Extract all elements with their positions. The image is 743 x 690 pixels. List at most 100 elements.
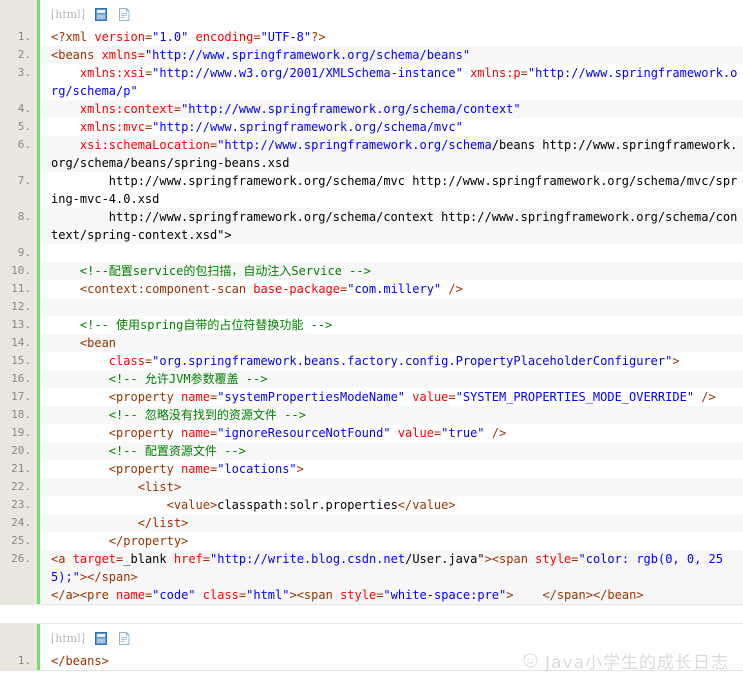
code-token: value: [412, 390, 449, 404]
view-plain-icon[interactable]: [117, 631, 131, 646]
code-line[interactable]: xmlns:xsi = "http://www.w3.org/2001/XMLSch…: [40, 64, 743, 100]
code-line[interactable]: http://www.springframework.org/schema/co…: [40, 208, 743, 244]
line-number-continuation: [0, 154, 37, 172]
code-token: name: [181, 426, 210, 440]
copy-icon[interactable]: [94, 631, 108, 646]
code-line-list-1[interactable]: <?xml version="1.0" encoding="UTF-8"?> <b…: [40, 28, 743, 604]
line-number: 14.: [11, 336, 31, 349]
code-token: <list>: [137, 480, 182, 494]
line-number: 1.: [17, 30, 31, 43]
code-line[interactable]: </property>: [40, 532, 743, 550]
block-separator: [0, 605, 743, 623]
code-token: <!-- 配置资源文件 -->: [108, 444, 246, 458]
code-token: encoding: [195, 30, 254, 44]
code-token: "SYSTEM_PROPERTIES_MODE_OVERRIDE": [455, 390, 695, 404]
code-token: ><span: [484, 552, 536, 566]
line-number: 18.: [11, 408, 31, 421]
gutter-toolbar-spacer-2: [0, 624, 37, 652]
code-line[interactable]: <property name="ignoreResourceNotFound" …: [40, 424, 743, 442]
code-line[interactable]: <!--配置service的包扫描，自动注入Service -->: [40, 262, 743, 280]
code-line[interactable]: <!-- 忽略没有找到的资源文件 -->: [40, 406, 743, 424]
line-number: 1.: [17, 654, 31, 667]
code-line[interactable]: </beans>: [40, 652, 743, 670]
code-token: =: [571, 552, 579, 566]
code-token: =: [448, 390, 456, 404]
line-number: 22.: [11, 480, 31, 493]
view-plain-icon[interactable]: [117, 7, 131, 22]
code-line[interactable]: <context:component-scan base-package="co…: [40, 280, 743, 298]
code-line[interactable]: <beans xmlns="http://www.springframework…: [40, 46, 743, 64]
code-token: "http://www.springframework.org/schema: [217, 138, 492, 152]
code-token: >: [672, 354, 680, 368]
code-token: xmlns:mvc: [79, 120, 145, 134]
code-token: "1.0": [152, 30, 189, 44]
code-line[interactable]: http://www.springframework.org/schema/mv…: [40, 172, 743, 208]
code-token: </value>: [397, 498, 456, 512]
code-token: xmlns:p: [470, 66, 521, 80]
code-token: "http://www.springframework.org/schema/b…: [144, 48, 471, 62]
code-token: http://www.springframework.org/schema/co…: [51, 210, 738, 242]
code-line[interactable]: <!-- 配置资源文件 -->: [40, 442, 743, 460]
code-token: <property: [108, 462, 182, 476]
code-line[interactable]: [40, 244, 743, 262]
code-line[interactable]: <!-- 使用spring自带的占位符替换功能 -->: [40, 316, 743, 334]
language-label-1: [html]: [51, 7, 86, 21]
code-line[interactable]: <a target=_blank href="http://write.blog…: [40, 550, 743, 604]
line-number: 5.: [17, 120, 31, 133]
code-token: "white-space:pre": [383, 588, 507, 602]
code-line[interactable]: <!-- 允许JVM参数覆盖 -->: [40, 370, 743, 388]
code-line[interactable]: </list>: [40, 514, 743, 532]
code-line[interactable]: <value>classpath:solr.properties</value>: [40, 496, 743, 514]
code-line[interactable]: class="org.springframework.beans.factory…: [40, 352, 743, 370]
line-number: 19.: [11, 426, 31, 439]
code-token: <property: [108, 390, 182, 404]
line-number: 16.: [11, 372, 31, 385]
line-number-continuation: [0, 226, 37, 244]
code-token: version: [94, 30, 145, 44]
code-line[interactable]: [40, 298, 743, 316]
line-number: 10.: [11, 264, 31, 277]
code-token: class: [108, 354, 145, 368]
code-line[interactable]: <property name="locations">: [40, 460, 743, 478]
line-number: 24.: [11, 516, 31, 529]
code-token: ?>: [311, 30, 326, 44]
code-token: > </span></bean>: [506, 588, 644, 602]
code-token: =: [173, 102, 182, 116]
code-line-list-2[interactable]: </beans>: [40, 652, 743, 670]
code-block-1: 1. 2. 3. 4. 5. 6. 7. 8. 9. 10. 11. 12. 13. 14. 15.…: [0, 0, 743, 605]
code-token: "code": [152, 588, 196, 602]
code-token: class: [202, 588, 239, 602]
code-line[interactable]: <property name = "systemPropertiesModeName…: [40, 388, 743, 406]
line-number-list-1: 1. 2. 3. 4. 5. 6. 7. 8. 9. 10. 11. 12. 13. 14. 15.…: [0, 28, 37, 604]
language-label-2: [html]: [51, 631, 86, 645]
code-line[interactable]: xmlns:mvc="http://www.springframework.or…: [40, 118, 743, 136]
code-token: <context:component-scan: [79, 282, 254, 296]
code-line[interactable]: <bean: [40, 334, 743, 352]
code-token: style: [535, 552, 572, 566]
line-number: 21.: [11, 462, 31, 475]
code-line[interactable]: <list>: [40, 478, 743, 496]
copy-icon[interactable]: [94, 7, 108, 22]
code-line[interactable]: <?xml version="1.0" encoding="UTF-8"?>: [40, 28, 743, 46]
code-line[interactable]: xmlns:context="http://www.springframewor…: [40, 100, 743, 118]
code-line[interactable]: xsi:schemaLocation="http://www.springfra…: [40, 136, 743, 172]
line-number: 2.: [17, 48, 31, 61]
code-token: />: [441, 282, 463, 296]
code-token: name: [181, 390, 210, 404]
code-token: =: [202, 552, 211, 566]
code-token: style: [340, 588, 377, 602]
line-number-list-2: 1.: [0, 652, 37, 670]
line-number: 20.: [11, 444, 31, 457]
code-token: "com.millery": [347, 282, 442, 296]
code-token: </list>: [137, 516, 189, 530]
